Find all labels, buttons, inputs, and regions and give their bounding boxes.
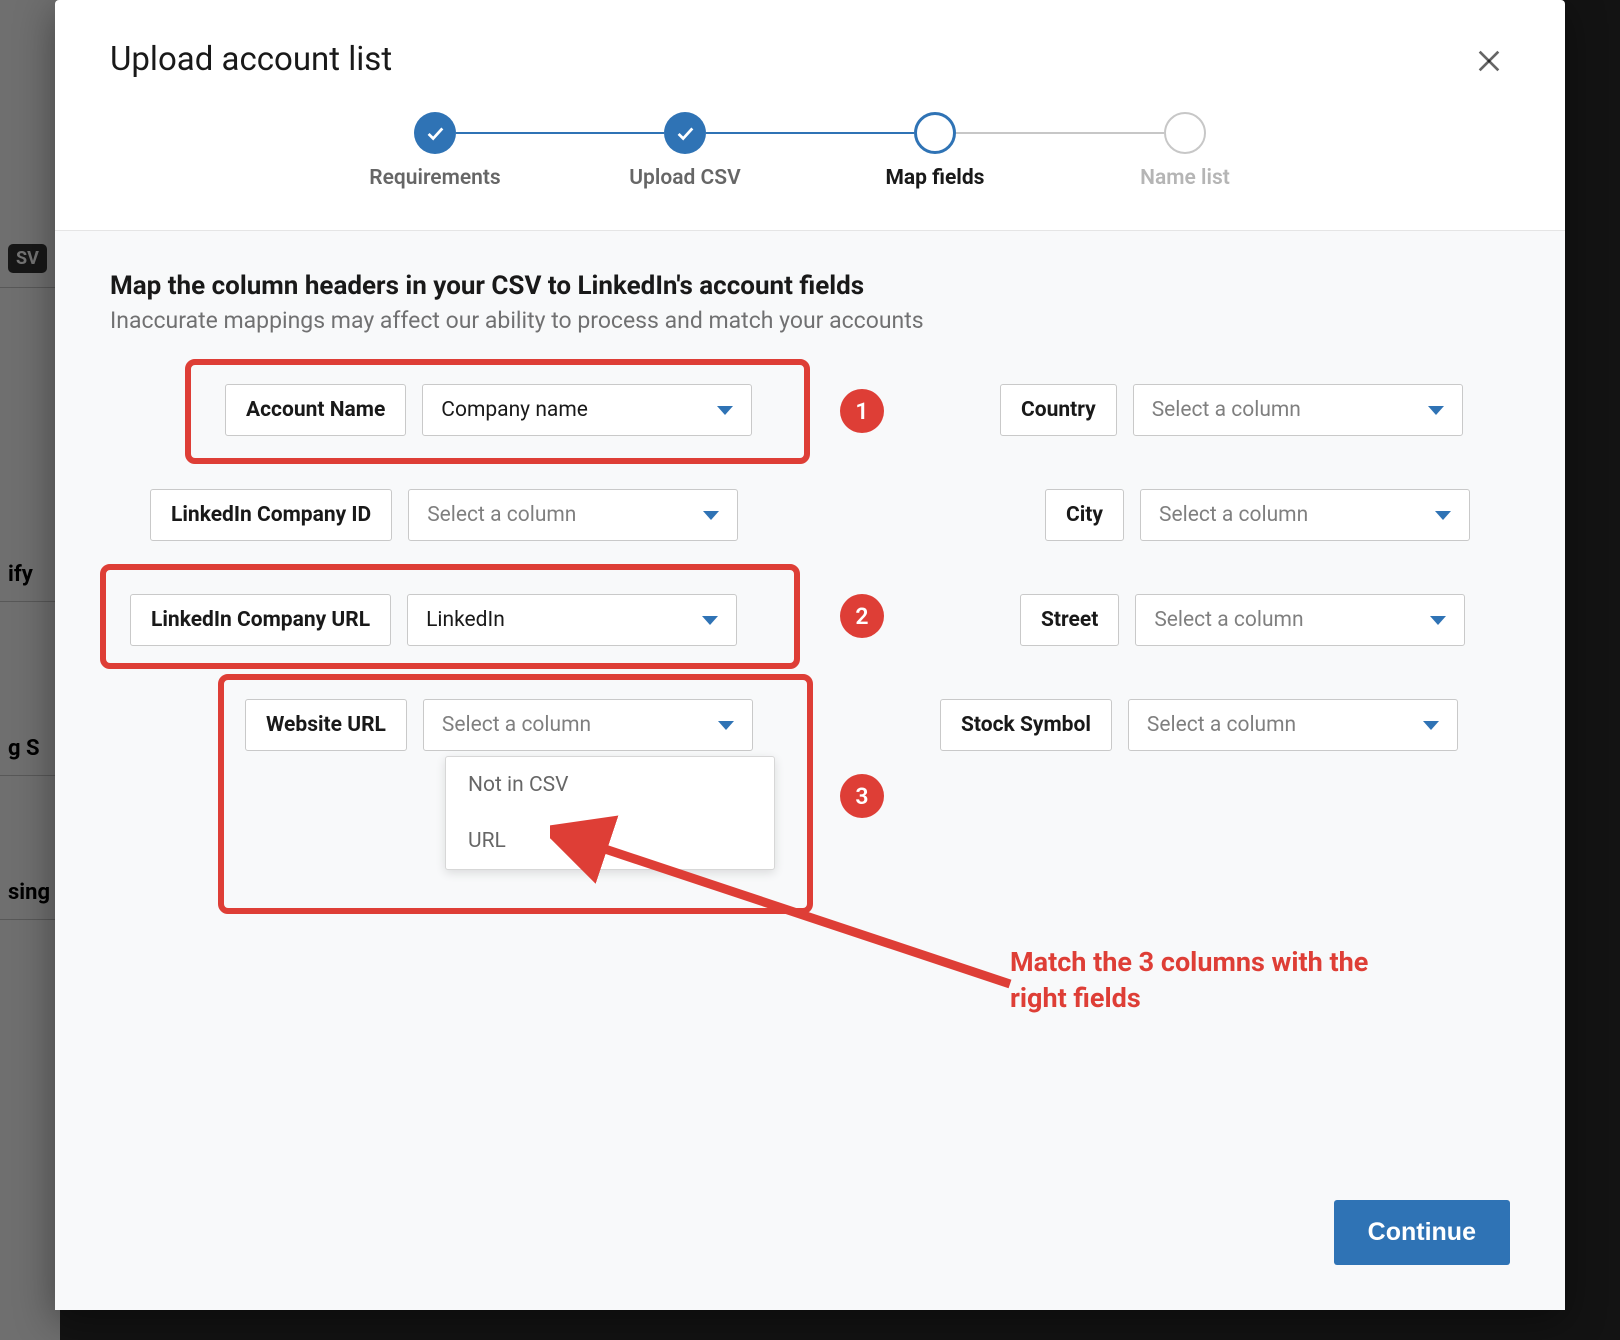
chevron-down-icon: [718, 721, 734, 730]
callout-badge-3: 3: [840, 774, 884, 818]
field-label-stock-symbol: Stock Symbol: [940, 699, 1112, 751]
step-name-list: Name list: [1060, 112, 1310, 190]
field-label-city: City: [1045, 489, 1124, 541]
modal-header: Upload account list: [55, 0, 1565, 112]
field-select-stock-symbol[interactable]: Select a column: [1128, 699, 1458, 751]
map-row-country: Country Select a column: [1000, 384, 1463, 436]
chevron-down-icon: [1435, 511, 1451, 520]
step-label: Name list: [1140, 166, 1230, 190]
step-label: Upload CSV: [629, 166, 740, 190]
chevron-down-icon: [1430, 616, 1446, 625]
field-select-street[interactable]: Select a column: [1135, 594, 1465, 646]
step-label: Requirements: [369, 166, 500, 190]
step-map-fields: Map fields: [810, 112, 1060, 190]
map-row-website-url: Website URL Select a column: [245, 699, 753, 751]
callout-text: Match the 3 columns with the right field…: [1010, 944, 1430, 1017]
modal-footer: Continue: [55, 1200, 1565, 1310]
field-label-street: Street: [1020, 594, 1119, 646]
field-label-company-id: LinkedIn Company ID: [150, 489, 392, 541]
mapping-area: Account Name Company name LinkedIn Compa…: [110, 364, 1510, 984]
field-label-company-url: LinkedIn Company URL: [130, 594, 391, 646]
step-label: Map fields: [886, 166, 985, 190]
field-select-company-url[interactable]: LinkedIn: [407, 594, 737, 646]
close-icon: [1473, 45, 1505, 77]
callout-badge-1: 1: [840, 389, 884, 433]
dropdown-menu: Not in CSV URL: [445, 756, 775, 870]
dropdown-option-not-in-csv[interactable]: Not in CSV: [446, 757, 774, 813]
map-row-account-name: Account Name Company name: [225, 384, 752, 436]
chevron-down-icon: [702, 616, 718, 625]
check-icon: [674, 122, 696, 144]
field-select-account-name[interactable]: Company name: [422, 384, 752, 436]
map-row-company-url: LinkedIn Company URL LinkedIn: [130, 594, 737, 646]
upload-modal: Upload account list Requirements Upload …: [55, 0, 1565, 1310]
map-row-company-id: LinkedIn Company ID Select a column: [150, 489, 738, 541]
field-label-website-url: Website URL: [245, 699, 407, 751]
field-label-country: Country: [1000, 384, 1117, 436]
check-icon: [424, 122, 446, 144]
chevron-down-icon: [1423, 721, 1439, 730]
stepper: Requirements Upload CSV Map fields Name …: [55, 112, 1565, 231]
section-title: Map the column headers in your CSV to Li…: [110, 271, 1510, 301]
chevron-down-icon: [1428, 406, 1444, 415]
continue-button[interactable]: Continue: [1334, 1200, 1510, 1265]
modal-title: Upload account list: [110, 40, 392, 79]
map-row-street: Street Select a column: [1020, 594, 1465, 646]
modal-body: Map the column headers in your CSV to Li…: [55, 231, 1565, 1200]
step-upload-csv: Upload CSV: [560, 112, 810, 190]
callout-badge-2: 2: [840, 594, 884, 638]
map-row-city: City Select a column: [1045, 489, 1470, 541]
chevron-down-icon: [703, 511, 719, 520]
field-select-country[interactable]: Select a column: [1133, 384, 1463, 436]
close-button[interactable]: [1468, 40, 1510, 82]
chevron-down-icon: [717, 406, 733, 415]
field-select-city[interactable]: Select a column: [1140, 489, 1470, 541]
section-subtitle: Inaccurate mappings may affect our abili…: [110, 307, 1510, 334]
step-requirements: Requirements: [310, 112, 560, 190]
field-label-account-name: Account Name: [225, 384, 406, 436]
field-select-website-url[interactable]: Select a column: [423, 699, 753, 751]
dropdown-option-url[interactable]: URL: [446, 813, 774, 869]
field-select-company-id[interactable]: Select a column: [408, 489, 738, 541]
map-row-stock-symbol: Stock Symbol Select a column: [940, 699, 1458, 751]
